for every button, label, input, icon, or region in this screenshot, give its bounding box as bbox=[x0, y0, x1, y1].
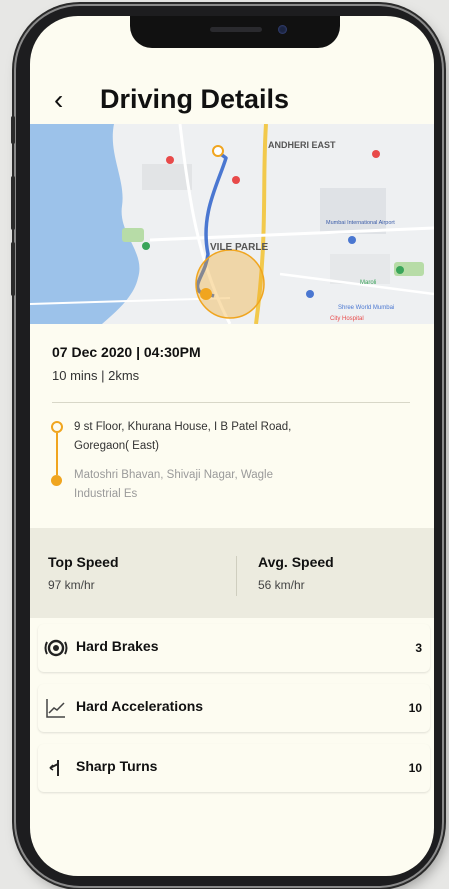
page-header: ‹ Driving Details bbox=[30, 78, 434, 126]
avg-speed-label: Avg. Speed bbox=[258, 554, 334, 570]
app-screen: ‹ Driving Details ANDHERI EAST VILE PARL… bbox=[30, 16, 434, 876]
section-divider bbox=[52, 402, 410, 403]
trip-date-time: 07 Dec 2020 | 04:30PM bbox=[52, 344, 201, 360]
event-count: 3 bbox=[415, 641, 422, 655]
map-pin-icon[interactable] bbox=[232, 176, 240, 184]
speed-stats: Top Speed 97 km/hr Avg. Speed 56 km/hr bbox=[30, 528, 434, 618]
map-canvas: ANDHERI EAST VILE PARLE Mumbai Internati… bbox=[30, 124, 434, 324]
top-speed-stat: Top Speed 97 km/hr bbox=[48, 554, 119, 592]
event-count: 10 bbox=[408, 701, 422, 715]
route-connector bbox=[56, 433, 58, 475]
map-pin-icon[interactable] bbox=[166, 156, 174, 164]
destination-radius bbox=[195, 249, 265, 319]
map-label-andheri: ANDHERI EAST bbox=[268, 140, 336, 150]
start-address: 9 st Floor, Khurana House, I B Patel Roa… bbox=[74, 421, 292, 452]
map-label-hospital: City Hospital bbox=[330, 316, 364, 322]
route-start-marker[interactable] bbox=[212, 145, 224, 157]
avg-speed-value: 56 km/hr bbox=[258, 578, 305, 592]
map-pin-icon[interactable] bbox=[306, 290, 314, 298]
event-label: Sharp Turns bbox=[76, 758, 158, 774]
map-pin-icon[interactable] bbox=[348, 236, 356, 244]
airport-area bbox=[320, 188, 386, 234]
park-area bbox=[122, 228, 144, 242]
acceleration-icon bbox=[46, 699, 65, 718]
top-speed-value: 97 km/hr bbox=[48, 578, 95, 592]
map-label-stadium: Shree World Mumbai bbox=[338, 305, 394, 311]
page-title: Driving Details bbox=[100, 84, 290, 114]
end-address: Matoshri Bhavan, Shivaji Nagar, Wagle In… bbox=[74, 469, 274, 500]
map-pin-icon[interactable] bbox=[396, 266, 404, 274]
event-label: Hard Brakes bbox=[76, 638, 159, 654]
road bbox=[149, 226, 434, 242]
mute-switch bbox=[11, 116, 15, 144]
turn-icon bbox=[49, 760, 59, 776]
top-speed-label: Top Speed bbox=[48, 554, 119, 570]
event-row-hard-brakes[interactable]: Hard Brakes 3 bbox=[38, 624, 430, 672]
start-point-icon bbox=[51, 421, 63, 433]
event-row-sharp-turns[interactable]: Sharp Turns 10 bbox=[38, 744, 430, 792]
driving-events-list: Hard Brakes 3 Hard Accelerations 10 Shar… bbox=[38, 624, 430, 804]
map-label-airport: Mumbai International Airport bbox=[326, 220, 395, 226]
event-label: Hard Accelerations bbox=[76, 698, 204, 714]
back-button[interactable]: ‹ bbox=[54, 84, 63, 116]
map-label-park: Maroli bbox=[360, 280, 376, 286]
avg-speed-stat: Avg. Speed 56 km/hr bbox=[258, 554, 334, 592]
speaker-grille bbox=[210, 27, 262, 32]
phone-notch bbox=[130, 16, 340, 48]
front-camera bbox=[278, 25, 287, 34]
volume-down-button bbox=[11, 242, 15, 296]
map-pin-icon[interactable] bbox=[372, 150, 380, 158]
brake-icon bbox=[44, 639, 68, 657]
route-map[interactable]: ANDHERI EAST VILE PARLE Mumbai Internati… bbox=[30, 124, 434, 324]
event-row-hard-accelerations[interactable]: Hard Accelerations 10 bbox=[38, 684, 430, 732]
end-point-icon bbox=[51, 475, 62, 486]
stat-divider bbox=[236, 556, 237, 596]
route-addresses: 9 st Floor, Khurana House, I B Patel Roa… bbox=[50, 416, 410, 516]
sea-area bbox=[30, 124, 140, 324]
trip-duration-distance: 10 mins | 2kms bbox=[52, 368, 140, 383]
event-count: 10 bbox=[408, 761, 422, 775]
map-pin-icon[interactable] bbox=[142, 242, 150, 250]
trip-summary: 07 Dec 2020 | 04:30PM 10 mins | 2kms bbox=[52, 344, 414, 383]
route-end-marker[interactable] bbox=[200, 288, 212, 300]
map-label-vile-parle: VILE PARLE bbox=[210, 242, 268, 253]
volume-up-button bbox=[11, 176, 15, 230]
